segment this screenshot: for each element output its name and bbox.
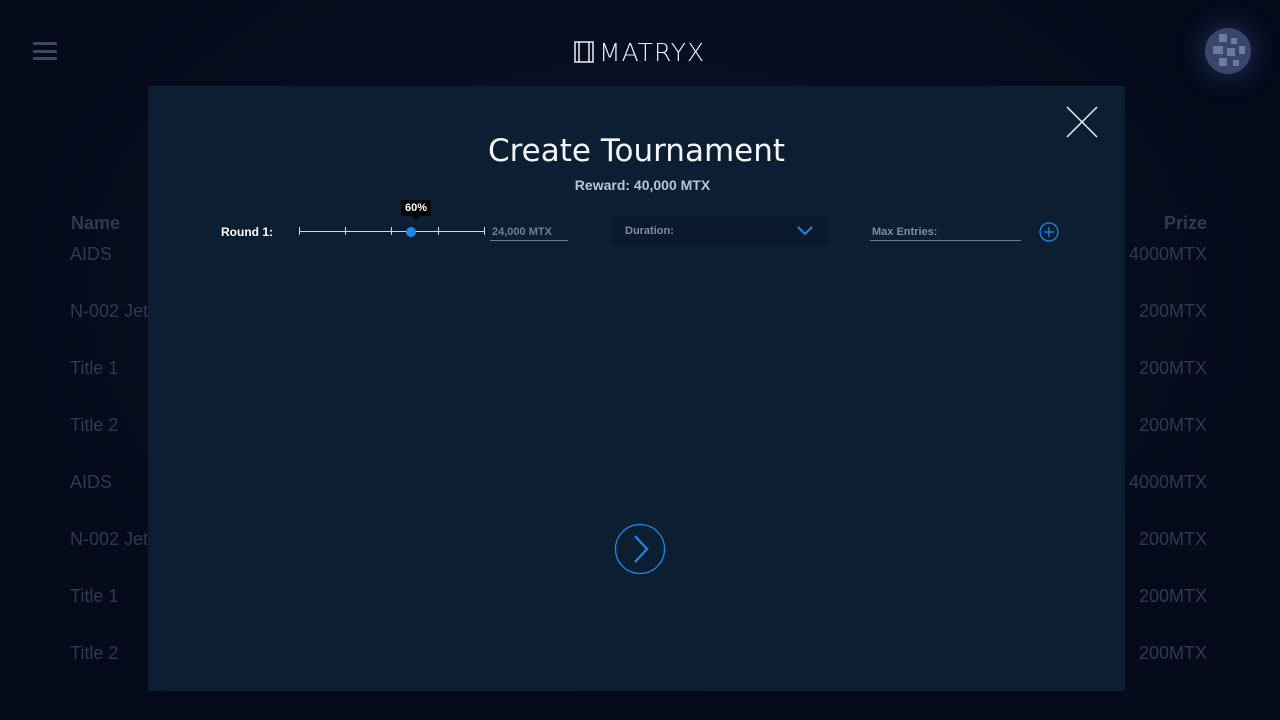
modal-title: Create Tournament [487, 133, 786, 169]
duration-select[interactable]: Duration: [614, 217, 826, 246]
table-row-name: N-002 Jet [70, 301, 149, 321]
table-row-name: Title 1 [70, 358, 119, 378]
avatar-pattern-icon [1213, 34, 1245, 66]
slider-tick [299, 227, 300, 235]
hamburger-icon[interactable] [33, 42, 57, 60]
hamburger-bar [33, 42, 57, 45]
slider-tick [345, 227, 346, 235]
matryx-logo: MATRYX [573, 37, 706, 67]
table-row-name: Title 2 [70, 415, 119, 435]
table-row-prize: 200MTX [1138, 415, 1207, 435]
matryx-logo-icon [574, 41, 594, 63]
reward-text: Reward: 40,000 MTX [574, 177, 711, 193]
slider-tick [484, 227, 485, 235]
hamburger-bar [33, 57, 57, 60]
max-entries-input[interactable] [870, 223, 1021, 241]
table-row-name: AIDS [70, 472, 113, 492]
round-amount-input[interactable] [490, 223, 568, 241]
slider-percent-tooltip: 60% [401, 200, 432, 220]
table-header-prize: Prize [1163, 213, 1207, 233]
table-row-prize: 4000MTX [1128, 472, 1207, 492]
table-row-prize: 200MTX [1138, 586, 1207, 606]
table-row-name: Title 2 [70, 643, 119, 663]
round-label: Round 1: [221, 225, 273, 239]
logo-text: MATRYX [599, 37, 706, 67]
slider-track [299, 231, 485, 232]
table-row-name: N-002 Jet [70, 529, 149, 549]
duration-label: Duration: [625, 225, 674, 237]
next-button[interactable] [614, 523, 666, 575]
chevron-right-icon [614, 523, 666, 575]
table-row-prize: 200MTX [1138, 301, 1207, 321]
table-row-name: AIDS [70, 244, 113, 264]
table-row-prize: 4000MTX [1128, 244, 1207, 264]
slider-thumb[interactable] [405, 227, 416, 237]
table-row-prize: 200MTX [1138, 643, 1207, 663]
table-row-prize: 200MTX [1138, 358, 1207, 378]
user-avatar[interactable] [1205, 28, 1251, 74]
chevron-down-icon [797, 226, 813, 236]
slider-tick [391, 227, 392, 235]
hamburger-bar [33, 49, 57, 53]
app-root: Name Prize AIDS 4000MTX N-002 Jet 200MTX… [0, 0, 1280, 720]
create-tournament-modal: Create Tournament Reward: 40,000 MTX Rou… [148, 86, 1125, 691]
slider-tick [438, 227, 439, 235]
plus-circle-icon[interactable] [1039, 222, 1059, 242]
table-row-name: Title 1 [70, 586, 119, 606]
table-row-prize: 200MTX [1138, 529, 1207, 549]
table-header-name: Name [71, 213, 121, 233]
round-percent-slider[interactable] [299, 222, 485, 242]
